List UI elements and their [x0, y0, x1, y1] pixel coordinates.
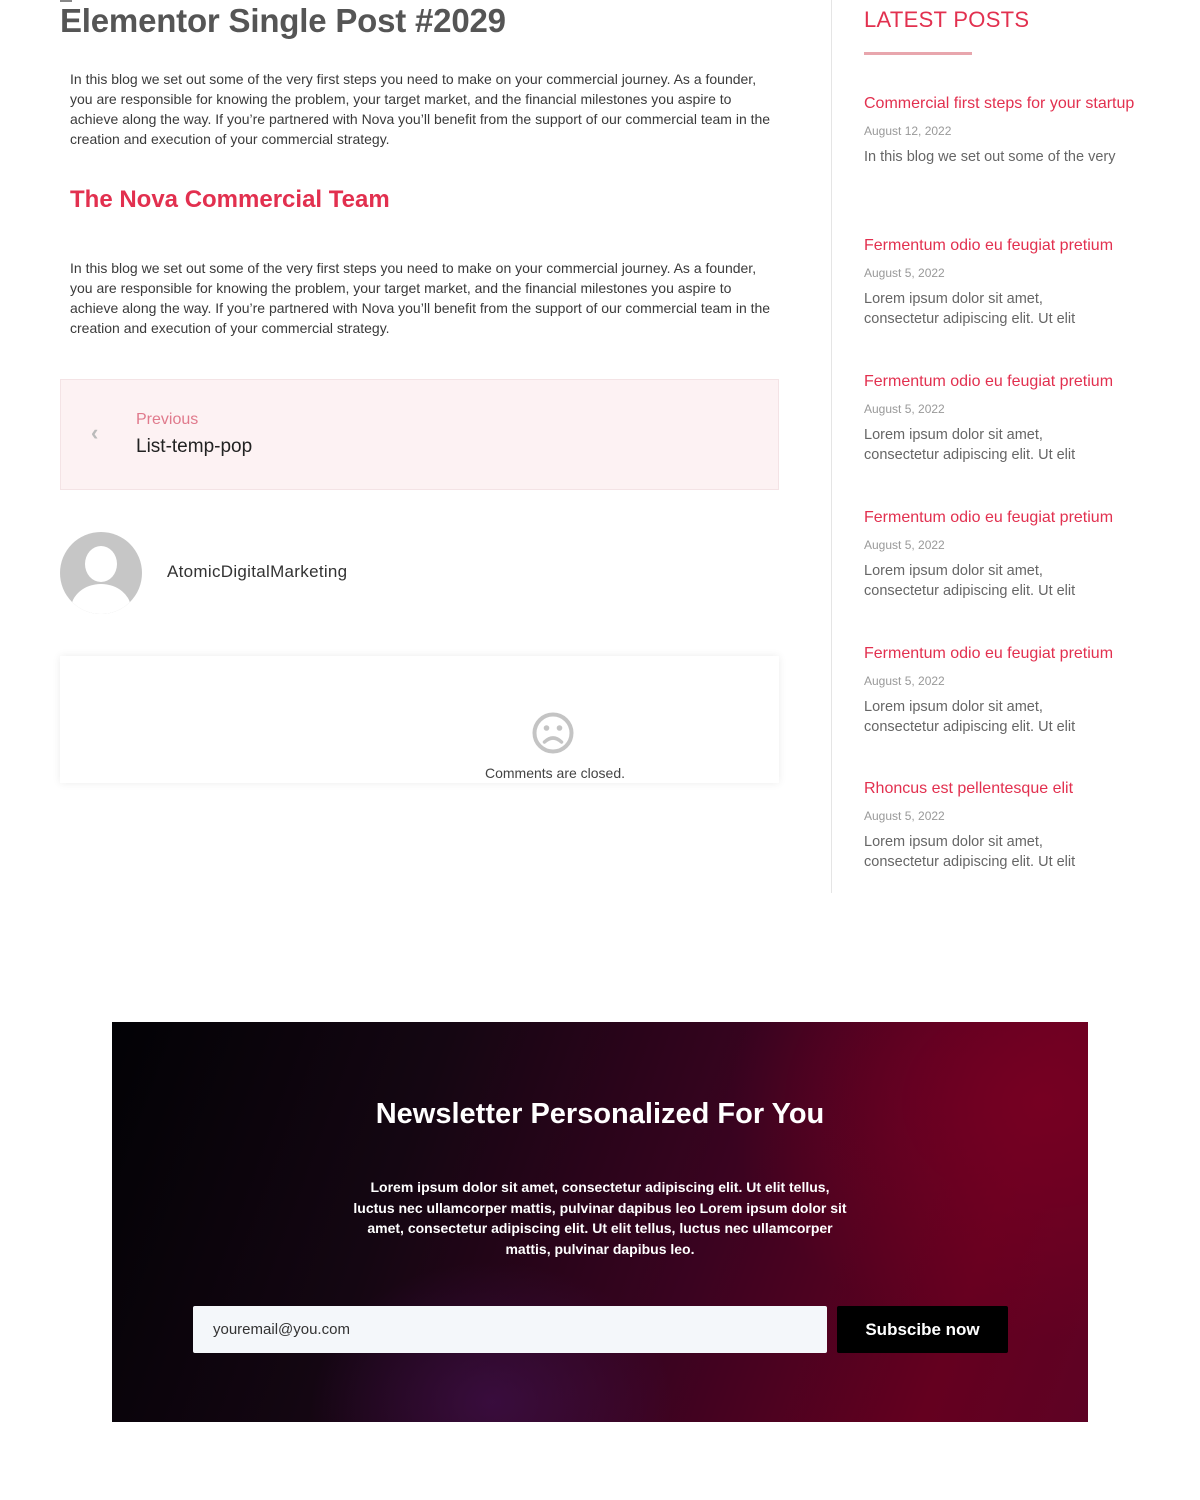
page-title: Elementor Single Post #2029 — [60, 2, 506, 39]
sidebar-post-date: August 12, 2022 — [864, 124, 952, 138]
sidebar-post-title-link[interactable]: Fermentum odio eu feugiat pretium — [864, 233, 1154, 259]
sidebar-post-title-link[interactable]: Rhoncus est pellentesque elit — [864, 776, 1154, 802]
sidebar-post-excerpt: Lorem ipsum dolor sit amet, consectetur … — [864, 427, 1076, 463]
sad-face-icon — [532, 712, 574, 754]
author-name[interactable]: AtomicDigitalMarketing — [167, 562, 347, 582]
sidebar-post-date: August 5, 2022 — [864, 809, 945, 823]
sidebar-post-excerpt: Lorem ipsum dolor sit amet, consectetur … — [864, 834, 1076, 870]
sidebar-post-title-link[interactable]: Fermentum odio eu feugiat pretium — [864, 505, 1154, 531]
sidebar-divider — [831, 0, 832, 893]
section-heading: The Nova Commercial Team — [70, 186, 390, 213]
sidebar-post-title-link[interactable]: Fermentum odio eu feugiat pretium — [864, 369, 1154, 395]
sidebar-heading: LATEST POSTS — [864, 7, 1030, 32]
sidebar-post-excerpt: In this blog we set out some of the very — [864, 149, 1116, 165]
newsletter-section: Newsletter Personalized For You Lorem ip… — [112, 1022, 1088, 1422]
previous-post-title: List-temp-pop — [136, 436, 253, 457]
avatar — [60, 532, 142, 614]
sidebar-post-title-link[interactable]: Commercial first steps for your startup — [864, 91, 1154, 117]
sidebar-heading-underline — [864, 52, 972, 55]
previous-label: Previous — [136, 411, 199, 428]
sidebar-post-item: Commercial first steps for your startup … — [864, 91, 1154, 167]
sidebar-post-excerpt: Lorem ipsum dolor sit amet, consectetur … — [864, 563, 1076, 599]
email-input[interactable] — [193, 1306, 827, 1353]
subscribe-button[interactable]: Subscibe now — [837, 1306, 1008, 1353]
avatar-body-shape — [71, 584, 131, 614]
newsletter-title: Newsletter Personalized For You — [375, 1098, 825, 1130]
newsletter-description: Lorem ipsum dolor sit amet, consectetur … — [353, 1179, 847, 1257]
chevron-left-icon: ‹ — [91, 420, 99, 445]
sidebar-post-excerpt: Lorem ipsum dolor sit amet, consectetur … — [864, 291, 1076, 327]
sidebar-post-item: Fermentum odio eu feugiat pretium August… — [864, 233, 1154, 329]
post-paragraph: In this blog we set out some of the very… — [70, 260, 771, 336]
sidebar-post-item: Rhoncus est pellentesque elit August 5, … — [864, 776, 1154, 872]
sidebar-post-excerpt: Lorem ipsum dolor sit amet, consectetur … — [864, 699, 1076, 735]
sidebar-post-item: Fermentum odio eu feugiat pretium August… — [864, 505, 1154, 601]
sidebar-post-date: August 5, 2022 — [864, 674, 945, 688]
sidebar-post-date: August 5, 2022 — [864, 538, 945, 552]
post-paragraph: In this blog we set out some of the very… — [70, 71, 771, 147]
sidebar-post-item: Fermentum odio eu feugiat pretium August… — [864, 641, 1154, 737]
sidebar-post-date: August 5, 2022 — [864, 402, 945, 416]
comments-section: Comments are closed. — [60, 656, 779, 783]
sidebar-post-title-link[interactable]: Fermentum odio eu feugiat pretium — [864, 641, 1154, 667]
avatar-head-shape — [85, 546, 117, 582]
previous-post-link[interactable]: ‹ Previous List-temp-pop — [60, 379, 779, 490]
sidebar-post-item: Fermentum odio eu feugiat pretium August… — [864, 369, 1154, 465]
sidebar-post-date: August 5, 2022 — [864, 266, 945, 280]
